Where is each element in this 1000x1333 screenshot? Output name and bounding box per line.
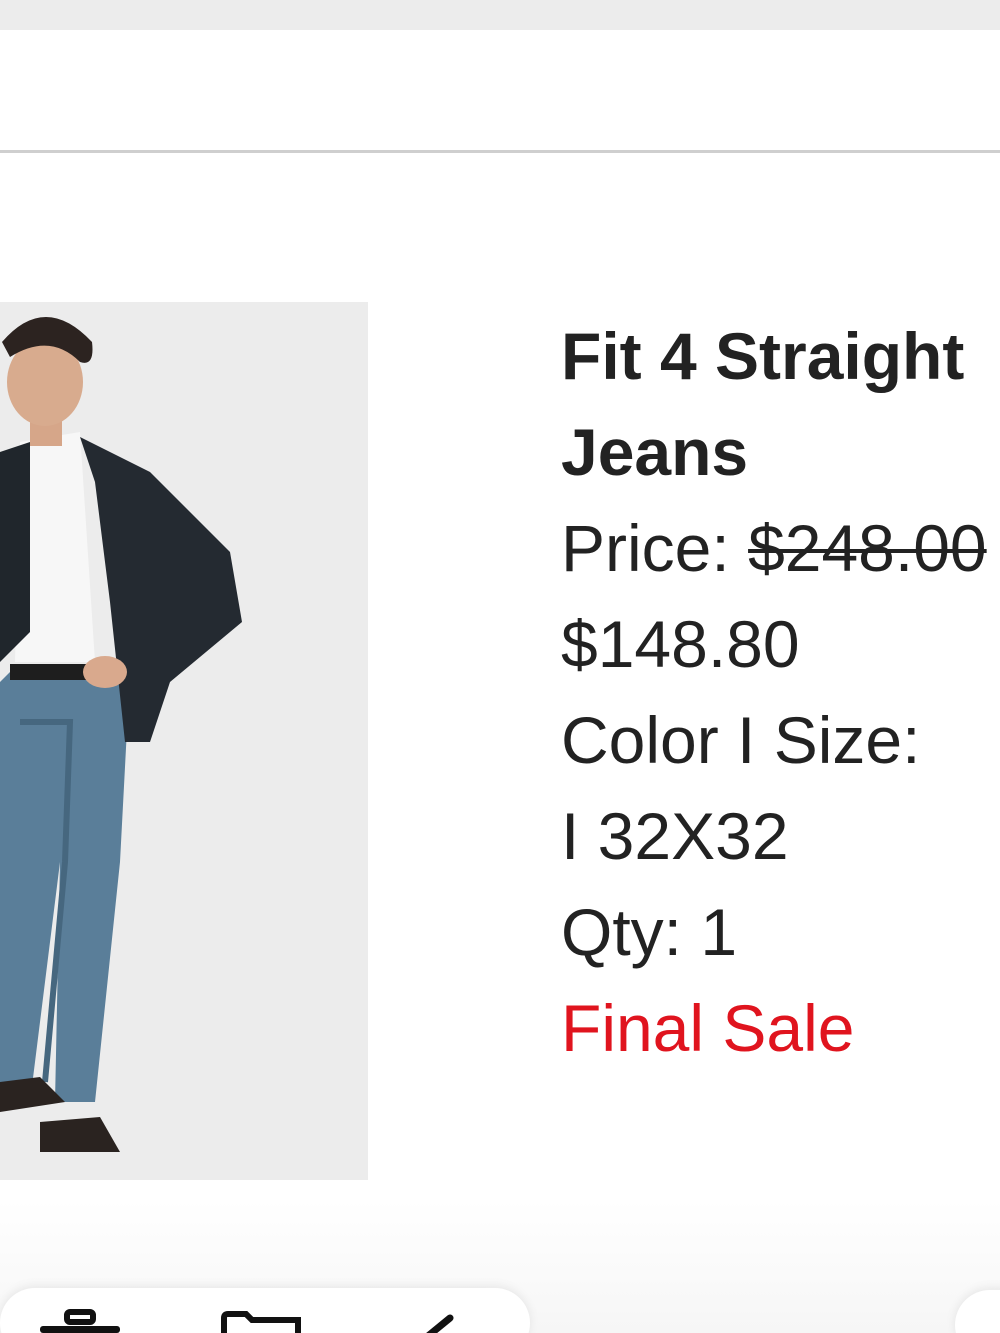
status-strip [0, 0, 1000, 30]
price-line: Price: $248.00 [561, 500, 1000, 596]
sale-price: $148.80 [561, 607, 800, 681]
product-photo-icon [0, 302, 368, 1180]
color-size-value: I 32X32 [561, 799, 789, 873]
trash-icon[interactable] [40, 1308, 120, 1333]
original-price: $248.00 [748, 511, 987, 585]
folder-icon[interactable] [220, 1308, 304, 1333]
cart-screen: Fit 4 Straight Jeans Price: $248.00 $148… [0, 0, 1000, 1333]
header-divider [0, 150, 1000, 153]
price-label: Price: [561, 511, 730, 585]
product-name[interactable]: Fit 4 Straight Jeans [561, 308, 1000, 500]
color-size-label: Color I Size: [561, 703, 921, 777]
final-sale-badge: Final Sale [561, 991, 855, 1065]
quantity: Qty: 1 [561, 895, 738, 969]
product-image[interactable] [0, 302, 368, 1180]
product-details: Fit 4 Straight Jeans Price: $248.00 $148… [561, 308, 1000, 1076]
header-bar [0, 30, 1000, 150]
edit-icon[interactable] [420, 1308, 460, 1333]
